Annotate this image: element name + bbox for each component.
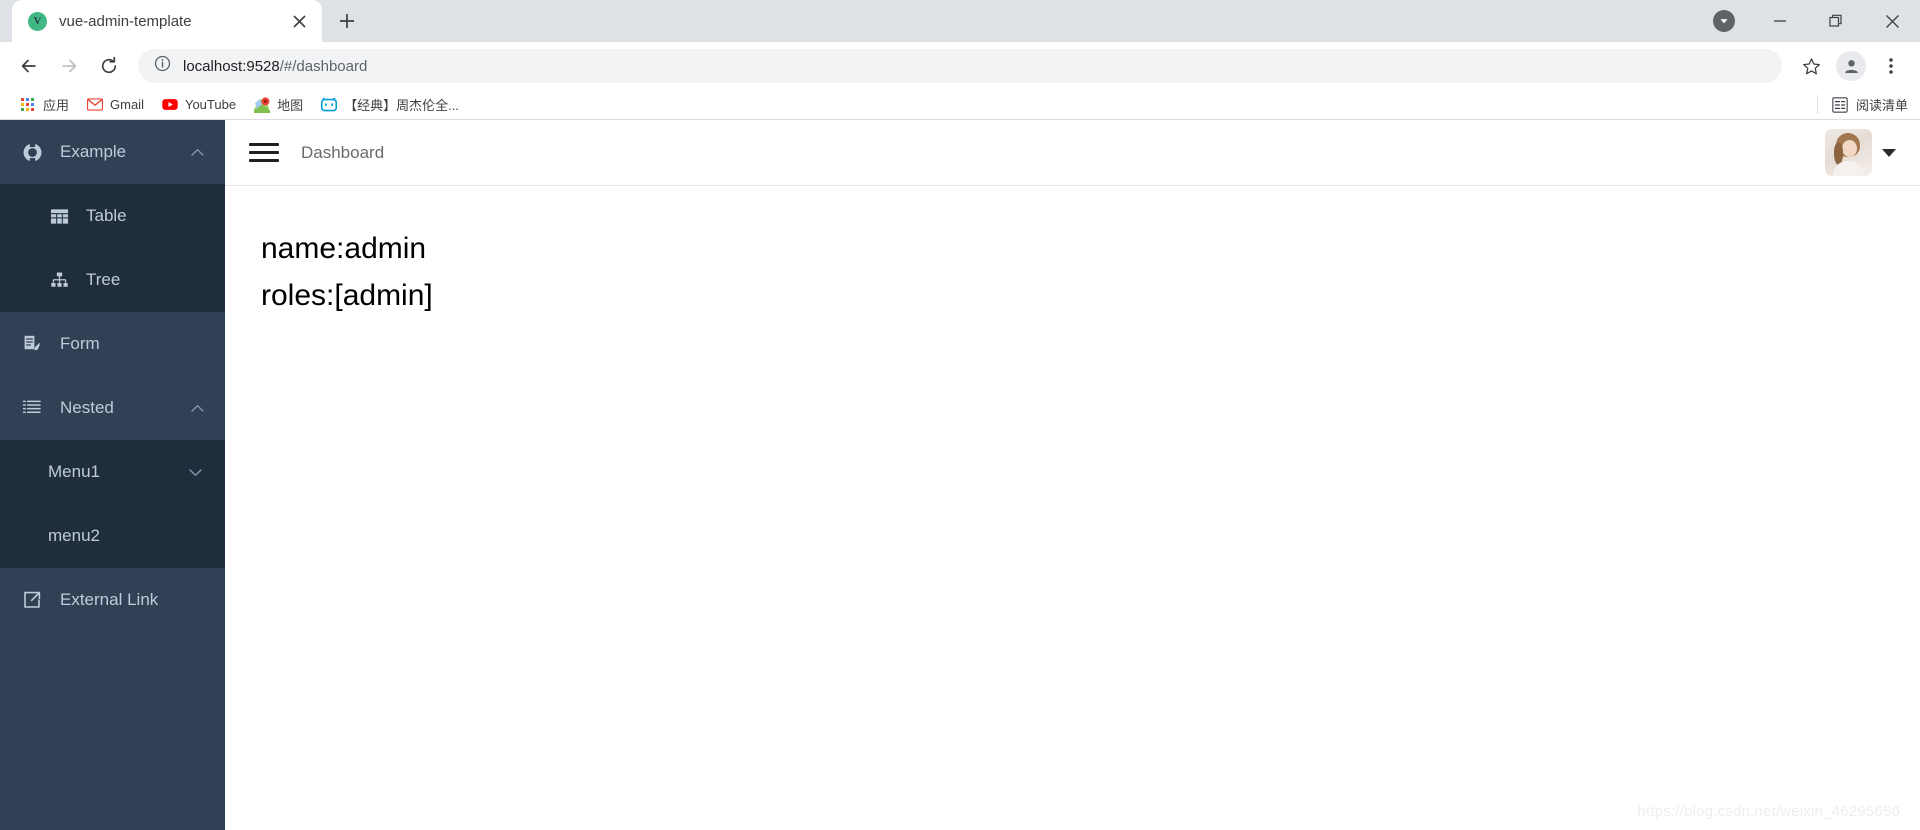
bookmark-maps[interactable]: 地图	[246, 92, 311, 117]
user-avatar-icon	[1836, 51, 1866, 81]
sidebar-item-label: Example	[60, 142, 127, 161]
bookmark-label: YouTube	[184, 97, 237, 112]
sidebar-item-label: External Link	[60, 590, 159, 609]
browser-toolbar: localhost:9528/#/dashboard	[0, 42, 1920, 90]
download-caret-icon	[1713, 10, 1735, 32]
nested-list-icon	[20, 396, 44, 420]
sidebar-item-label: menu2	[48, 526, 100, 545]
sidebar-item-nested[interactable]: Nested	[0, 376, 225, 440]
three-dot-menu-icon[interactable]	[1872, 47, 1910, 85]
tree-hierarchy-icon	[48, 269, 70, 291]
bookmark-label: 地图	[277, 98, 304, 113]
bookmark-youtube[interactable]: YouTube	[154, 94, 244, 116]
bookmark-label: 应用	[43, 98, 70, 113]
sidebar-item-menu2[interactable]: menu2	[0, 504, 225, 568]
example-ring-icon	[20, 140, 44, 164]
sidebar-item-label: Tree	[86, 270, 121, 289]
url-path: /#/dashboard	[279, 57, 368, 75]
dashboard-content: name:admin roles:[admin] https://blog.cs…	[225, 186, 1920, 830]
sidebar-item-tree[interactable]: Tree	[0, 248, 225, 312]
back-arrow-icon[interactable]	[10, 47, 48, 85]
sidebar-item-label: Nested	[60, 398, 114, 417]
bookmark-apps[interactable]: 应用	[12, 92, 77, 117]
bookmark-label: 【经典】周杰伦全...	[344, 98, 459, 113]
browser-window: V vue-admin-template localhost:9528/#/da…	[0, 0, 1920, 830]
main-area: Dashboard name:admin roles:[admin] https…	[225, 120, 1920, 830]
sidebar-submenu-nested: Menu1 menu2	[0, 440, 225, 568]
sidebar-item-form[interactable]: Form	[0, 312, 225, 376]
forward-arrow-icon[interactable]	[50, 47, 88, 85]
sidebar: Example Table Tree Form Nested Menu1 men…	[0, 120, 225, 830]
download-indicator-button[interactable]	[1696, 0, 1752, 42]
url-host: localhost:9528	[183, 57, 280, 75]
bookmarks-bar: 应用 Gmail YouTube 地图 【经典】周杰伦全... 阅读清单	[0, 90, 1920, 120]
tab-title: vue-admin-template	[59, 12, 192, 30]
maximize-window-button[interactable]	[1808, 0, 1864, 42]
sidebar-item-label: Form	[60, 334, 100, 353]
table-grid-icon	[48, 205, 70, 227]
address-bar[interactable]: localhost:9528/#/dashboard	[138, 49, 1782, 83]
star-icon[interactable]	[1792, 47, 1830, 85]
gmail-icon	[87, 97, 104, 113]
new-tab-button[interactable]	[330, 4, 364, 38]
app-body: Example Table Tree Form Nested Menu1 men…	[0, 120, 1920, 830]
bilibili-icon	[321, 97, 338, 113]
google-maps-icon	[254, 96, 271, 113]
sidebar-item-label: Table	[86, 206, 127, 225]
sidebar-item-external-link[interactable]: External Link	[0, 568, 225, 632]
sidebar-item-label: Menu1	[48, 462, 100, 481]
toolbar-right-actions	[1792, 47, 1910, 85]
url-text: localhost:9528/#/dashboard	[183, 58, 367, 75]
chevron-up-icon	[189, 404, 205, 413]
user-roles-line: roles:[admin]	[261, 278, 433, 312]
reading-list-button[interactable]: 阅读清单	[1816, 95, 1908, 114]
minimize-window-button[interactable]	[1752, 0, 1808, 42]
profile-button[interactable]	[1832, 47, 1870, 85]
external-link-icon	[20, 588, 44, 612]
sidebar-item-menu1[interactable]: Menu1	[0, 440, 225, 504]
youtube-icon	[162, 97, 178, 113]
window-controls	[1696, 0, 1920, 42]
reading-list-label: 阅读清单	[1855, 98, 1908, 113]
user-name-line: name:admin	[261, 232, 427, 265]
chevron-up-icon	[189, 148, 205, 157]
apps-grid-icon	[20, 97, 36, 113]
tab-close-icon[interactable]	[286, 8, 312, 34]
avatar[interactable]	[1825, 129, 1872, 176]
navbar-right	[1825, 129, 1896, 176]
bookmark-gmail[interactable]: Gmail	[79, 94, 152, 116]
app-navbar: Dashboard	[225, 120, 1920, 186]
tab-favicon-icon: V	[28, 11, 47, 31]
sidebar-item-example[interactable]: Example	[0, 120, 225, 184]
tab-strip: V vue-admin-template	[0, 0, 1920, 42]
caret-down-icon[interactable]	[1882, 148, 1896, 157]
sidebar-item-table[interactable]: Table	[0, 184, 225, 248]
reload-icon[interactable]	[90, 47, 128, 85]
bookmark-label: Gmail	[110, 97, 144, 112]
sidebar-submenu-example: Table Tree	[0, 184, 225, 312]
form-document-icon	[20, 332, 44, 356]
hamburger-menu-icon[interactable]	[249, 141, 279, 165]
site-info-icon[interactable]	[154, 55, 171, 77]
browser-tab[interactable]: V vue-admin-template	[12, 0, 322, 42]
reading-list-icon	[1832, 96, 1848, 113]
chevron-down-icon	[187, 468, 203, 477]
bookmark-bilibili[interactable]: 【经典】周杰伦全...	[313, 92, 467, 117]
watermark: https://blog.csdn.net/weixin_46295656	[1637, 803, 1900, 820]
breadcrumb: Dashboard	[301, 142, 385, 162]
close-window-button[interactable]	[1864, 0, 1920, 42]
